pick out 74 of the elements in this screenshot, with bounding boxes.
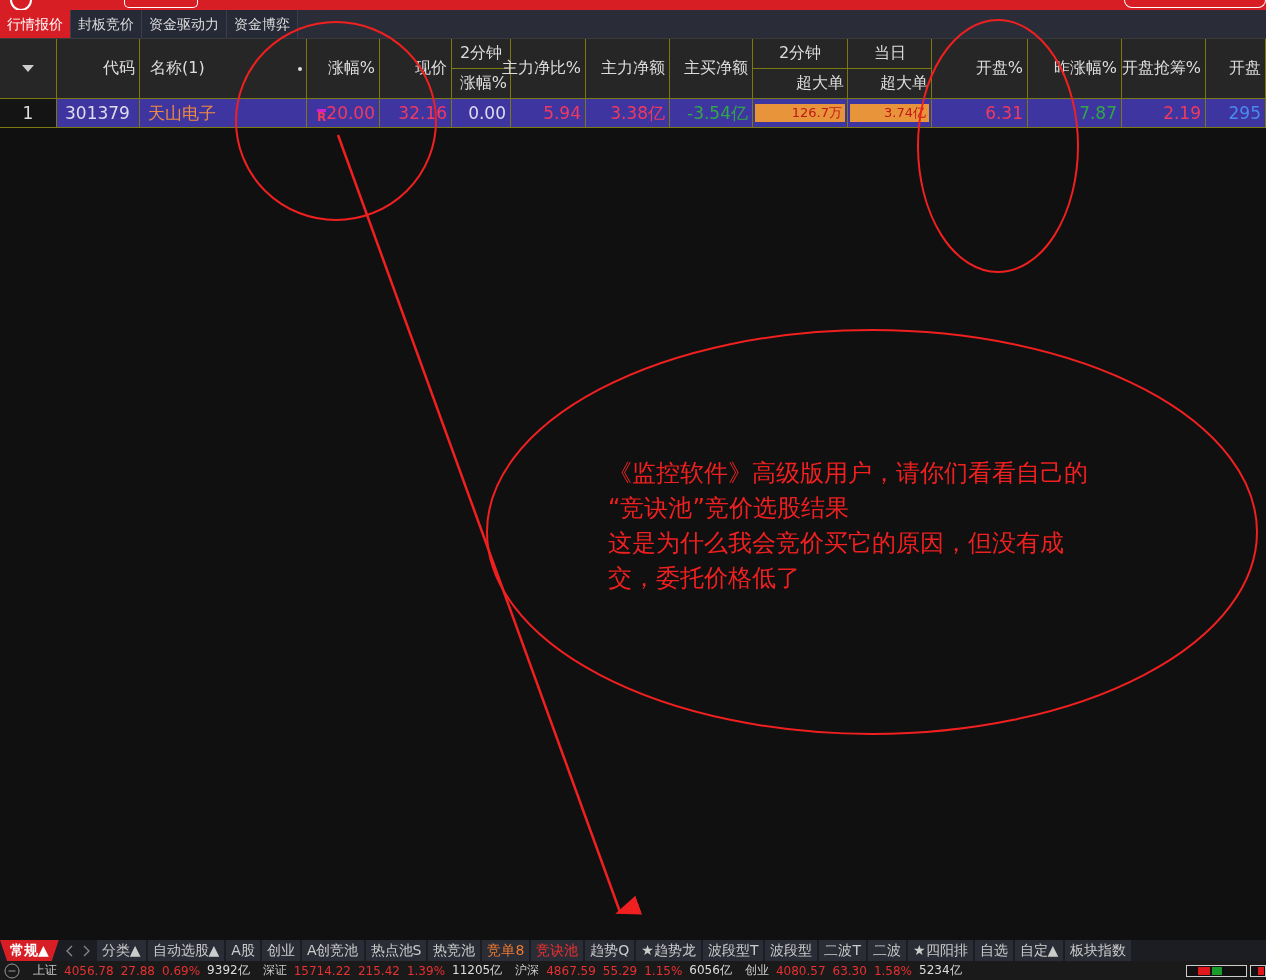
index-quote: 63.30 <box>832 963 867 978</box>
index-quote: 55.29 <box>602 963 638 978</box>
view-tab[interactable]: 封板竞价 <box>71 10 142 38</box>
index-quote: 4867.59 <box>546 963 596 978</box>
group-header: 当日 <box>848 39 931 69</box>
index-quote: 4080.57 <box>775 963 826 978</box>
header-button[interactable] <box>124 0 198 8</box>
category-tab[interactable]: 二波 <box>868 940 907 961</box>
category-tab[interactable]: A创竞池 <box>301 940 364 961</box>
table-cell: 0.00 <box>468 103 506 123</box>
category-tab[interactable]: 波段型 <box>765 940 818 961</box>
view-tab[interactable]: 资金博弈 <box>227 10 298 38</box>
view-tab[interactable]: 资金驱动力 <box>142 10 227 38</box>
category-tab[interactable]: 波段型T <box>702 940 764 961</box>
table-cell: 2.19 <box>1163 103 1201 123</box>
table-cell: 7.87 <box>1079 103 1117 123</box>
column-header[interactable]: 开盘% <box>975 58 1023 79</box>
index-quote: 9392亿 <box>207 962 250 979</box>
category-tab[interactable]: 自定▲ <box>1014 940 1064 961</box>
dropdown-icon[interactable] <box>22 65 34 72</box>
column-header[interactable]: 超大单 <box>848 69 931 98</box>
index-quote: 0.69% <box>162 963 201 978</box>
category-tab[interactable]: A股 <box>226 940 260 961</box>
index-quote: 27.88 <box>120 963 155 978</box>
index-quote: 沪深 <box>515 962 540 979</box>
column-header[interactable]: 开盘 <box>1229 58 1261 79</box>
index-quote: 1.39% <box>406 963 446 978</box>
index-quote: 1.58% <box>873 963 912 978</box>
category-tab[interactable]: 板块指数 <box>1065 940 1132 961</box>
index-quote: 上证 <box>33 962 57 979</box>
category-tab[interactable]: 创业 <box>261 940 300 961</box>
dot-icon <box>298 66 302 71</box>
category-tab[interactable]: 自选 <box>974 940 1013 961</box>
annotation-text: 《监控软件》高级版用户，请你们看看自己的 “竞诀池”竞价选股结果 这是为什么我会竞价买它的原因，但没有成 交，委托价格低了 <box>608 458 1088 594</box>
category-tab[interactable]: 分类▲ <box>96 940 146 961</box>
index-quote: 6056亿 <box>689 962 732 979</box>
index-quote: 深证 <box>262 962 287 979</box>
table-cell: 6.31 <box>985 103 1023 123</box>
table-cell: 天山电子 <box>148 101 216 125</box>
column-header[interactable]: 开盘抢筹% <box>1121 58 1201 79</box>
category-tab[interactable]: 趋势Q <box>585 940 635 961</box>
category-tab[interactable]: ★四阳排 <box>908 940 973 961</box>
menu-circle-icon[interactable] <box>4 962 20 979</box>
row-number: 1 <box>0 99 57 128</box>
category-tab[interactable]: 自动选股▲ <box>147 940 225 961</box>
index-quote: 1.15% <box>644 963 683 978</box>
index-quote: 215.42 <box>357 963 400 978</box>
category-tab[interactable]: 二波T <box>819 940 867 961</box>
group-header: 2分钟 <box>753 39 847 69</box>
column-header[interactable]: 主买净额 <box>684 58 748 79</box>
column-header[interactable]: 涨幅% <box>327 58 375 79</box>
table-cell: 3.38亿 <box>610 101 665 125</box>
value-bar: 126.7万 <box>755 104 845 122</box>
table-cell: 295 <box>1228 103 1261 123</box>
column-header[interactable]: 主力净额 <box>601 58 665 79</box>
index-quote: 15714.22 <box>293 963 351 978</box>
column-header[interactable]: 代码 <box>103 58 135 79</box>
table-cell: 20.00 <box>326 103 375 123</box>
category-tab[interactable]: 竞单8 <box>482 940 530 961</box>
category-tab[interactable]: 热竞池 <box>428 940 481 961</box>
table-cell: -3.54亿 <box>687 101 748 125</box>
category-tab[interactable]: 热点池S <box>365 940 427 961</box>
logo-icon <box>8 0 34 10</box>
view-tab[interactable]: 行情报价 <box>0 10 71 38</box>
category-tab[interactable]: ★趋势龙 <box>636 940 701 961</box>
index-quote: 5234亿 <box>919 962 962 979</box>
column-header[interactable]: 超大单 <box>753 69 847 98</box>
category-tab[interactable]: 常规▲ <box>0 940 59 961</box>
table-cell: 301379 <box>65 103 130 123</box>
column-header[interactable]: 名称(1) <box>144 58 205 79</box>
index-quote: 创业 <box>744 962 769 979</box>
index-quote: 11205亿 <box>452 962 503 979</box>
index-quote: 4056.78 <box>64 963 114 978</box>
table-cell: 5.94 <box>543 103 581 123</box>
